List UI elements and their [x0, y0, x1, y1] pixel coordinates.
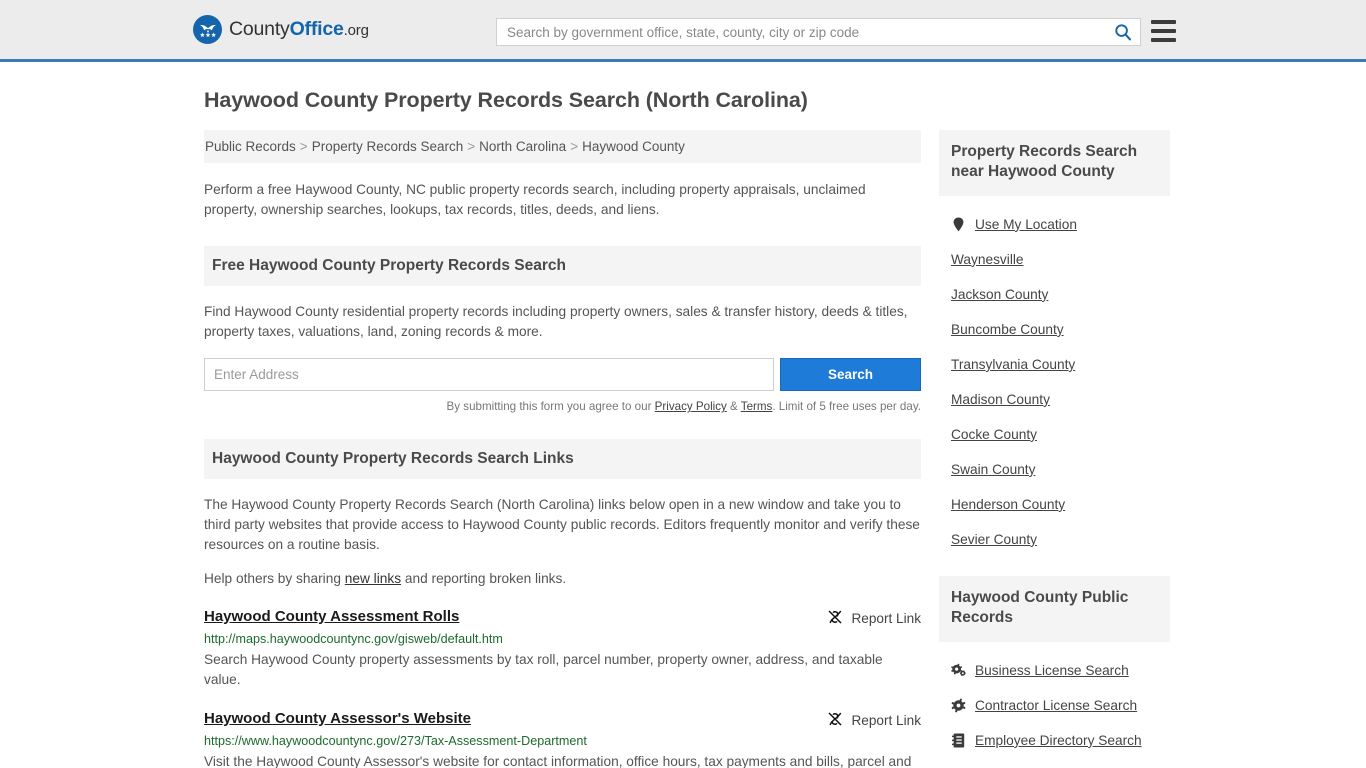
disclaimer-prefix: By submitting this form you agree to our: [446, 400, 655, 414]
search-icon[interactable]: [1106, 19, 1140, 45]
sidebar-link-label[interactable]: Employee Directory Search: [975, 733, 1142, 748]
links-section-help: Help others by sharing new links and rep…: [204, 569, 921, 589]
site-header: CountyOffice.org: [0, 0, 1366, 62]
link-entry: Haywood County Assessment Rolls Report L…: [204, 608, 921, 691]
link-entry-header: Haywood County Assessor's Website Report…: [204, 710, 921, 730]
sidebar-nearby-list: Use My Location Waynesville Jackson Coun…: [939, 217, 1170, 547]
breadcrumb-item-haywood-county[interactable]: Haywood County: [582, 139, 685, 154]
links-section-paragraph: The Haywood County Property Records Sear…: [204, 497, 920, 553]
link-url: https://www.haywoodcountync.gov/273/Tax-…: [204, 733, 587, 748]
hamburger-menu-icon[interactable]: [1151, 20, 1176, 42]
broken-link-icon: [827, 711, 843, 730]
help-suffix: and reporting broken links.: [401, 571, 567, 587]
sidebar-link-label[interactable]: Transylvania County: [951, 357, 1075, 372]
content-columns: Public Records > Property Records Search > N…: [204, 130, 1366, 768]
logo-text-org: .org: [343, 21, 369, 39]
sidebar-link-label[interactable]: Jackson County: [951, 287, 1048, 302]
link-description: Search Haywood County property assessmen…: [204, 651, 883, 688]
link-title[interactable]: Haywood County Assessment Rolls: [204, 608, 459, 625]
sidebar-item-business-license-search[interactable]: Business License Search: [939, 663, 1170, 678]
page-body: Haywood County Property Records Search (…: [0, 88, 1366, 768]
new-links-link[interactable]: new links: [345, 571, 401, 586]
sidebar-item-swain-county[interactable]: Swain County: [939, 462, 1170, 477]
sidebar-public-records-list: Business License Search Contractor Licen…: [939, 663, 1170, 768]
disclaimer-suffix: . Limit of 5 free uses per day.: [772, 400, 921, 414]
hamburger-bar: [1151, 38, 1176, 42]
breadcrumb-separator: >: [570, 139, 579, 154]
page-title: Haywood County Property Records Search (…: [204, 88, 808, 112]
main-column: Public Records > Property Records Search > N…: [204, 130, 921, 768]
sidebar-item-use-my-location[interactable]: Use My Location: [939, 217, 1170, 232]
sidebar-nearby-heading: Property Records Search near Haywood Cou…: [939, 130, 1170, 196]
links-section-heading: Haywood County Property Records Search L…: [204, 439, 921, 480]
sidebar-item-madison-county[interactable]: Madison County: [939, 392, 1170, 407]
report-link-label: Report Link: [851, 610, 921, 626]
sidebar: Property Records Search near Haywood Cou…: [939, 130, 1170, 768]
link-title[interactable]: Haywood County Assessor's Website: [204, 710, 471, 727]
sidebar-link-label[interactable]: Sevier County: [951, 532, 1037, 547]
broken-link-icon: [827, 609, 843, 628]
disclaimer-amp: &: [726, 400, 741, 414]
sidebar-link-label[interactable]: Contractor License Search: [975, 698, 1137, 713]
sidebar-link-label[interactable]: Henderson County: [951, 497, 1065, 512]
sidebar-item-waynesville[interactable]: Waynesville: [939, 252, 1170, 267]
breadcrumb: Public Records > Property Records Search > N…: [204, 130, 921, 163]
free-search-description: Find Haywood County residential property…: [204, 303, 908, 339]
breadcrumb-item-north-carolina[interactable]: North Carolina: [479, 139, 566, 154]
address-input[interactable]: [204, 358, 774, 392]
free-search-body: Find Haywood County residential property…: [204, 302, 921, 342]
report-link-button[interactable]: Report Link: [827, 710, 921, 730]
sidebar-link-label[interactable]: Use My Location: [975, 217, 1077, 232]
gear-icon: [951, 698, 966, 713]
sidebar-item-henderson-county[interactable]: Henderson County: [939, 497, 1170, 512]
page-intro-text: Perform a free Haywood County, NC public…: [204, 182, 866, 217]
sidebar-item-employee-directory-search[interactable]: Employee Directory Search: [939, 733, 1170, 748]
sidebar-item-jackson-county[interactable]: Jackson County: [939, 287, 1170, 302]
link-entry: Haywood County Assessor's Website Report…: [204, 710, 921, 768]
sidebar-link-label[interactable]: Madison County: [951, 392, 1050, 407]
free-search-heading: Free Haywood County Property Records Sea…: [204, 245, 921, 286]
sidebar-item-transylvania-county[interactable]: Transylvania County: [939, 357, 1170, 372]
eagle-stars-emblem-icon: [193, 15, 222, 44]
form-disclaimer: By submitting this form you agree to our…: [204, 400, 921, 413]
sidebar-link-label[interactable]: Waynesville: [951, 252, 1024, 267]
search-button[interactable]: Search: [780, 358, 921, 392]
breadcrumb-separator: >: [299, 139, 308, 154]
sidebar-link-label[interactable]: Business License Search: [975, 663, 1129, 678]
logo-text-county: County: [229, 17, 290, 40]
link-url: http://maps.haywoodcountync.gov/gisweb/d…: [204, 631, 503, 646]
global-search-box[interactable]: [496, 18, 1141, 46]
map-pin-icon: [951, 217, 966, 232]
sidebar-item-buncombe-county[interactable]: Buncombe County: [939, 322, 1170, 337]
link-entry-header: Haywood County Assessment Rolls Report L…: [204, 608, 921, 628]
hamburger-bar: [1151, 20, 1176, 24]
breadcrumb-item-public-records[interactable]: Public Records: [205, 139, 296, 154]
sidebar-item-cocke-county[interactable]: Cocke County: [939, 427, 1170, 442]
breadcrumb-separator: >: [467, 139, 476, 154]
report-link-label: Report Link: [851, 712, 921, 728]
sidebar-public-records-heading: Haywood County Public Records: [939, 575, 1170, 642]
sidebar-item-sevier-county[interactable]: Sevier County: [939, 532, 1170, 547]
report-link-button[interactable]: Report Link: [827, 608, 921, 628]
terms-link[interactable]: Terms: [741, 400, 773, 413]
address-book-icon: [951, 733, 966, 748]
sidebar-link-label[interactable]: Cocke County: [951, 427, 1037, 442]
help-prefix: Help others by sharing: [204, 571, 345, 587]
links-section-body: The Haywood County Property Records Sear…: [204, 495, 921, 588]
sidebar-link-label[interactable]: Buncombe County: [951, 322, 1064, 337]
sidebar-link-label[interactable]: Swain County: [951, 462, 1035, 477]
link-description: Visit the Haywood County Assessor's webs…: [204, 753, 912, 768]
cogs-icon: [951, 663, 966, 678]
breadcrumb-item-property-records-search[interactable]: Property Records Search: [312, 139, 464, 154]
search-input[interactable]: [497, 19, 1106, 45]
hamburger-bar: [1151, 29, 1176, 33]
address-search-form: Search: [204, 358, 921, 392]
site-logo[interactable]: CountyOffice.org: [193, 15, 369, 44]
logo-text-office: Office: [289, 17, 344, 40]
logo-wordmark: CountyOffice.org: [229, 17, 369, 40]
sidebar-item-contractor-license-search[interactable]: Contractor License Search: [939, 698, 1170, 713]
privacy-policy-link[interactable]: Privacy Policy: [655, 400, 727, 413]
